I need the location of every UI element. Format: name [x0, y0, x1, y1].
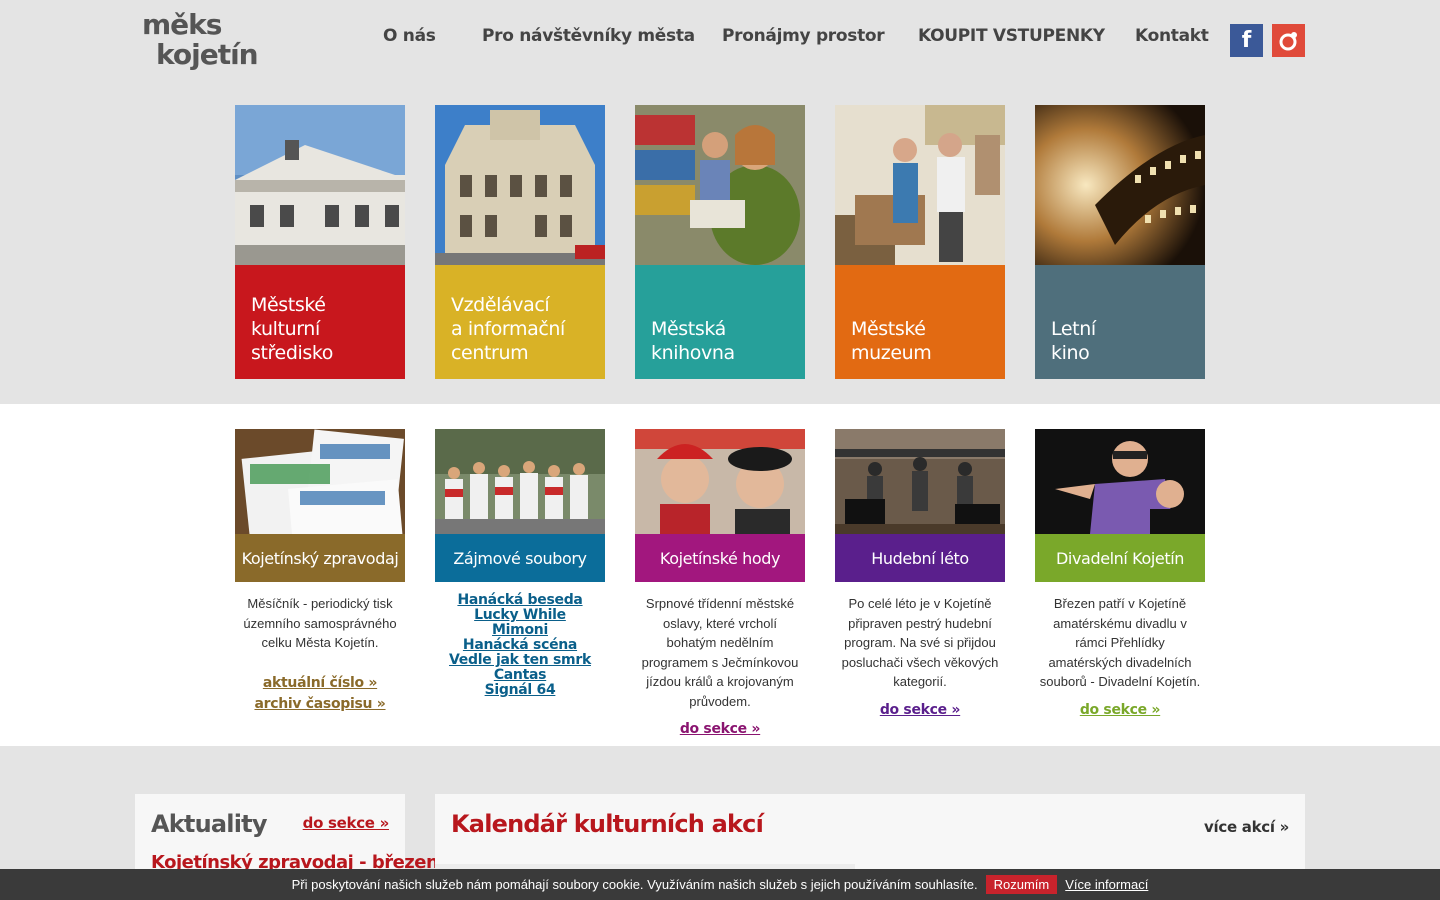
section-description: Po celé léto je v Kojetíně připraven pes… — [841, 596, 999, 689]
tile-summer-cinema[interactable]: Letní kino — [1035, 105, 1205, 379]
nav-item-visitors[interactable]: Pro návštěvníky města — [482, 26, 695, 46]
tile-label-line: Vzdělávací — [451, 294, 550, 316]
tile-museum[interactable]: Městské muzeum — [835, 105, 1005, 379]
ensembles-image[interactable] — [435, 429, 605, 534]
nav-item-about[interactable]: O nás — [383, 26, 436, 46]
section-description: Srpnové třídenní městské oslavy, které v… — [641, 596, 799, 709]
tile-label-line: Městská — [651, 318, 726, 340]
ensemble-link[interactable]: Hanácká scéna — [435, 638, 605, 653]
section-link[interactable]: do sekce » — [1035, 702, 1205, 718]
tile-label-line: kino — [1051, 342, 1090, 364]
tile-cultural-center[interactable]: Městské kulturní středisko — [235, 105, 405, 379]
section-title[interactable]: Divadelní Kojetín — [1035, 534, 1205, 582]
news-more-link[interactable]: do sekce » — [303, 814, 390, 832]
ensemble-link[interactable]: Lucky While — [435, 608, 605, 623]
facebook-icon[interactable]: f — [1230, 24, 1263, 57]
info-center-image — [435, 105, 605, 265]
section-newsletter: Kojetínský zpravodaj Měsíčník - periodic… — [235, 429, 405, 712]
cultural-center-image — [235, 105, 405, 265]
nav-item-rentals[interactable]: Pronájmy prostor — [722, 26, 885, 46]
newsletter-image[interactable] — [235, 429, 405, 534]
site-logo[interactable]: měks kojetín — [142, 8, 259, 74]
tile-label-line: centrum — [451, 342, 529, 364]
tile-label-line: Letní — [1051, 318, 1096, 340]
instagram-icon[interactable] — [1272, 24, 1305, 57]
museum-image — [835, 105, 1005, 265]
tile-label-line: Městské — [851, 318, 926, 340]
section-title[interactable]: Zájmové soubory — [435, 534, 605, 582]
tile-info-center[interactable]: Vzdělávací a informační centrum — [435, 105, 605, 379]
ensemble-link[interactable]: Mimoni — [435, 623, 605, 638]
cookie-more-link[interactable]: Více informací — [1065, 877, 1148, 892]
tile-label: Městská knihovna — [635, 265, 805, 379]
logo-text-bottom: kojetín — [156, 38, 259, 71]
header: měks kojetín O nás Pro návštěvníky města… — [0, 0, 1440, 404]
theatre-image[interactable] — [1035, 429, 1205, 534]
tile-library[interactable]: Městská knihovna — [635, 105, 805, 379]
section-ensembles: Zájmové soubory Hanácká beseda Lucky Whi… — [435, 429, 605, 698]
tile-label-line: středisko — [251, 342, 334, 364]
tile-label: Městské muzeum — [835, 265, 1005, 379]
tile-label-line: kulturní — [251, 318, 320, 340]
section-description: Měsíčník - periodický tisk územního samo… — [243, 596, 397, 650]
ensemble-link[interactable]: Signál 64 — [435, 683, 605, 698]
nav-item-tickets[interactable]: KOUPIT VSTUPENKY — [918, 26, 1105, 46]
tile-label-line: knihovna — [651, 342, 735, 364]
feast-image[interactable] — [635, 429, 805, 534]
ensemble-list: Hanácká beseda Lucky While Mimoni Hanáck… — [435, 593, 605, 698]
tile-label-line: a informační — [451, 318, 565, 340]
cinema-image — [1035, 105, 1205, 265]
ensemble-link[interactable]: Cantas — [435, 668, 605, 683]
logo-text-top: měks — [142, 8, 222, 41]
cookie-accept-button[interactable]: Rozumím — [985, 875, 1058, 894]
ensemble-link[interactable]: Hanácká beseda — [435, 593, 605, 608]
tile-label: Vzdělávací a informační centrum — [435, 265, 605, 379]
section-link[interactable]: do sekce » — [835, 702, 1005, 718]
calendar-more-link[interactable]: více akcí » — [1204, 818, 1289, 836]
section-feast: Kojetínské hody Srpnové třídenní městské… — [635, 429, 805, 737]
ensemble-link[interactable]: Vedle jak ten smrk — [435, 653, 605, 668]
tile-label-line: Městské — [251, 294, 326, 316]
section-title[interactable]: Kojetínský zpravodaj — [235, 534, 405, 582]
section-theatre: Divadelní Kojetín Březen patří v Kojetín… — [1035, 429, 1205, 718]
archive-link[interactable]: archiv časopisu » — [235, 696, 405, 712]
tile-label: Městské kulturní středisko — [235, 265, 405, 379]
tile-label-line: muzeum — [851, 342, 932, 364]
news-title: Aktuality — [151, 810, 267, 838]
library-image — [635, 105, 805, 265]
calendar-title: Kalendář kulturních akcí — [451, 810, 764, 838]
section-title[interactable]: Kojetínské hody — [635, 534, 805, 582]
cookie-bar: Při poskytování našich služeb nám pomáha… — [0, 869, 1440, 900]
section-title[interactable]: Hudební léto — [835, 534, 1005, 582]
music-image[interactable] — [835, 429, 1005, 534]
nav-item-contact[interactable]: Kontakt — [1135, 26, 1209, 46]
section-link[interactable]: do sekce » — [635, 721, 805, 737]
section-music-summer: Hudební léto Po celé léto je v Kojetíně … — [835, 429, 1005, 718]
tile-label: Letní kino — [1035, 265, 1205, 379]
section-description: Březen patří v Kojetíně amatérskému diva… — [1039, 596, 1201, 689]
current-issue-link[interactable]: aktuální číslo » — [235, 675, 405, 691]
cookie-text: Při poskytování našich služeb nám pomáha… — [291, 877, 978, 892]
